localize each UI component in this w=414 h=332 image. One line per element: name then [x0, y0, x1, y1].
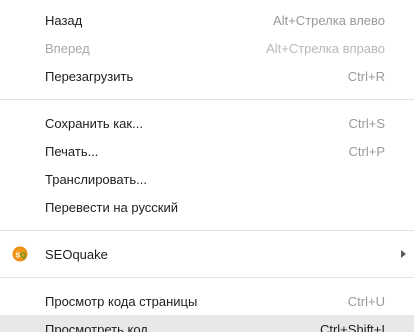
menu-item-translate[interactable]: Перевести на русский	[0, 193, 414, 221]
menu-item-view-source-label: Просмотр кода страницы	[45, 293, 198, 309]
menu-item-back[interactable]: Назад Alt+Стрелка влево	[0, 6, 414, 34]
menu-item-forward[interactable]: Вперед Alt+Стрелка вправо	[0, 34, 414, 62]
menu-separator	[0, 99, 414, 100]
menu-item-save-as-shortcut: Ctrl+S	[348, 115, 385, 131]
menu-item-reload[interactable]: Перезагрузить Ctrl+R	[0, 62, 414, 90]
menu-item-view-source[interactable]: Просмотр кода страницы Ctrl+U	[0, 287, 414, 315]
menu-item-back-shortcut: Alt+Стрелка влево	[273, 12, 385, 28]
menu-item-seoquake[interactable]: S Q SEOquake	[0, 240, 414, 268]
menu-item-cast[interactable]: Транслировать...	[0, 165, 414, 193]
menu-item-print[interactable]: Печать... Ctrl+P	[0, 137, 414, 165]
menu-separator	[0, 230, 414, 231]
seoquake-icon: S Q	[12, 246, 28, 262]
context-menu: Назад Alt+Стрелка влево Вперед Alt+Стрел…	[0, 0, 414, 332]
menu-separator	[0, 277, 414, 278]
submenu-arrow-icon	[401, 250, 406, 258]
menu-item-view-source-shortcut: Ctrl+U	[347, 293, 385, 309]
menu-item-save-as[interactable]: Сохранить как... Ctrl+S	[0, 109, 414, 137]
menu-item-forward-label: Вперед	[45, 40, 90, 56]
menu-item-translate-label: Перевести на русский	[45, 199, 179, 215]
menu-item-inspect-shortcut: Ctrl+Shift+I	[319, 321, 385, 332]
menu-item-cast-label: Транслировать...	[45, 171, 147, 187]
menu-item-print-label: Печать...	[45, 143, 99, 159]
menu-item-back-label: Назад	[45, 12, 83, 28]
menu-item-print-shortcut: Ctrl+P	[348, 143, 385, 159]
menu-item-save-as-label: Сохранить как...	[45, 115, 143, 131]
svg-text:Q: Q	[20, 250, 26, 259]
menu-item-reload-label: Перезагрузить	[45, 68, 134, 84]
menu-item-seoquake-label: SEOquake	[45, 246, 108, 262]
menu-item-reload-shortcut: Ctrl+R	[347, 68, 385, 84]
menu-item-inspect-label: Просмотреть код	[45, 321, 148, 332]
menu-item-inspect[interactable]: Просмотреть код Ctrl+Shift+I	[0, 315, 414, 332]
menu-item-forward-shortcut: Alt+Стрелка вправо	[266, 40, 385, 56]
